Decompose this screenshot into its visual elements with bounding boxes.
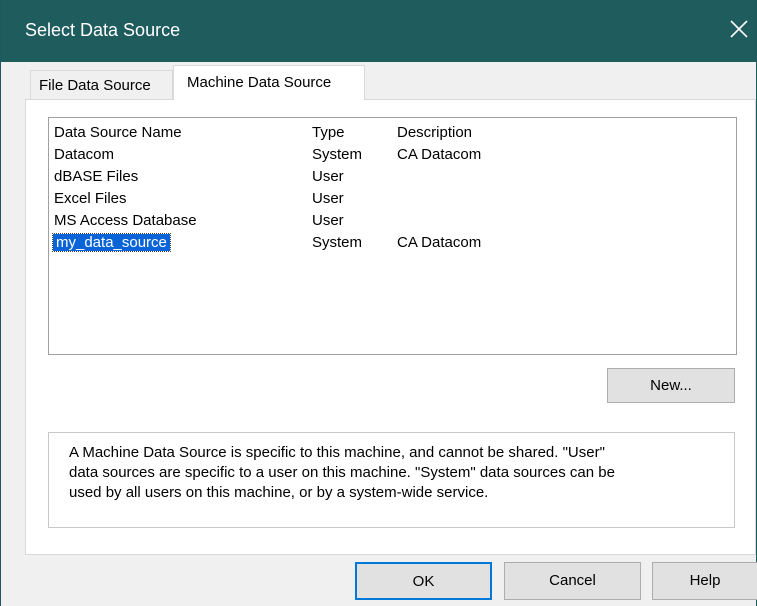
list-item-type: User: [312, 168, 344, 185]
list-item-name: my_data_source: [52, 233, 171, 252]
info-description-box: A Machine Data Source is specific to thi…: [48, 432, 735, 528]
tab-label: Machine Data Source: [187, 74, 332, 91]
column-header-description[interactable]: Description: [397, 124, 472, 141]
help-button[interactable]: Help: [652, 562, 757, 600]
tab-label: File Data Source: [39, 77, 151, 94]
column-header-name[interactable]: Data Source Name: [54, 124, 182, 141]
list-item-description: CA Datacom: [397, 234, 482, 251]
list-item-description: CA Datacom: [397, 146, 482, 163]
info-line: used by all users on this machine, or by…: [69, 484, 489, 501]
ok-button-label: OK: [412, 573, 435, 590]
list-item-name: Excel Files: [54, 190, 127, 207]
list-item[interactable]: dBASE Files User: [54, 166, 730, 188]
cancel-button[interactable]: Cancel: [504, 562, 641, 600]
info-line: data sources are specific to a user on t…: [69, 464, 615, 481]
list-item-name: dBASE Files: [54, 168, 139, 185]
list-item-type: User: [312, 190, 344, 207]
select-data-source-dialog: Select Data Source File Data Source Mach…: [0, 0, 757, 606]
list-item[interactable]: Excel Files User: [54, 188, 730, 210]
list-item-type: User: [312, 212, 344, 229]
new-button[interactable]: New...: [607, 368, 735, 403]
list-item-name: Datacom: [54, 146, 115, 163]
info-line: A Machine Data Source is specific to thi…: [69, 444, 605, 461]
data-source-list[interactable]: Data Source Name Type Description Dataco…: [48, 117, 737, 355]
help-button-label: Help: [689, 572, 721, 589]
list-item-selected[interactable]: my_data_source System CA Datacom: [52, 232, 730, 254]
list-item-type: System: [312, 234, 363, 251]
list-item-type: System: [312, 146, 363, 163]
title-bar: Select Data Source: [1, 0, 756, 62]
close-button[interactable]: [722, 8, 756, 48]
new-button-label: New...: [650, 377, 692, 394]
tab-machine-data-source[interactable]: Machine Data Source: [173, 65, 365, 100]
list-header: Data Source Name Type Description: [54, 122, 730, 144]
column-header-type[interactable]: Type: [312, 124, 345, 141]
list-item-name: MS Access Database: [54, 212, 197, 229]
window-title: Select Data Source: [25, 20, 181, 40]
list-item[interactable]: Datacom System CA Datacom: [54, 144, 730, 166]
ok-button[interactable]: OK: [355, 562, 492, 600]
close-icon: [730, 20, 748, 38]
list-item[interactable]: MS Access Database User: [54, 210, 730, 232]
tab-file-data-source[interactable]: File Data Source: [30, 70, 173, 99]
cancel-button-label: Cancel: [549, 572, 596, 589]
